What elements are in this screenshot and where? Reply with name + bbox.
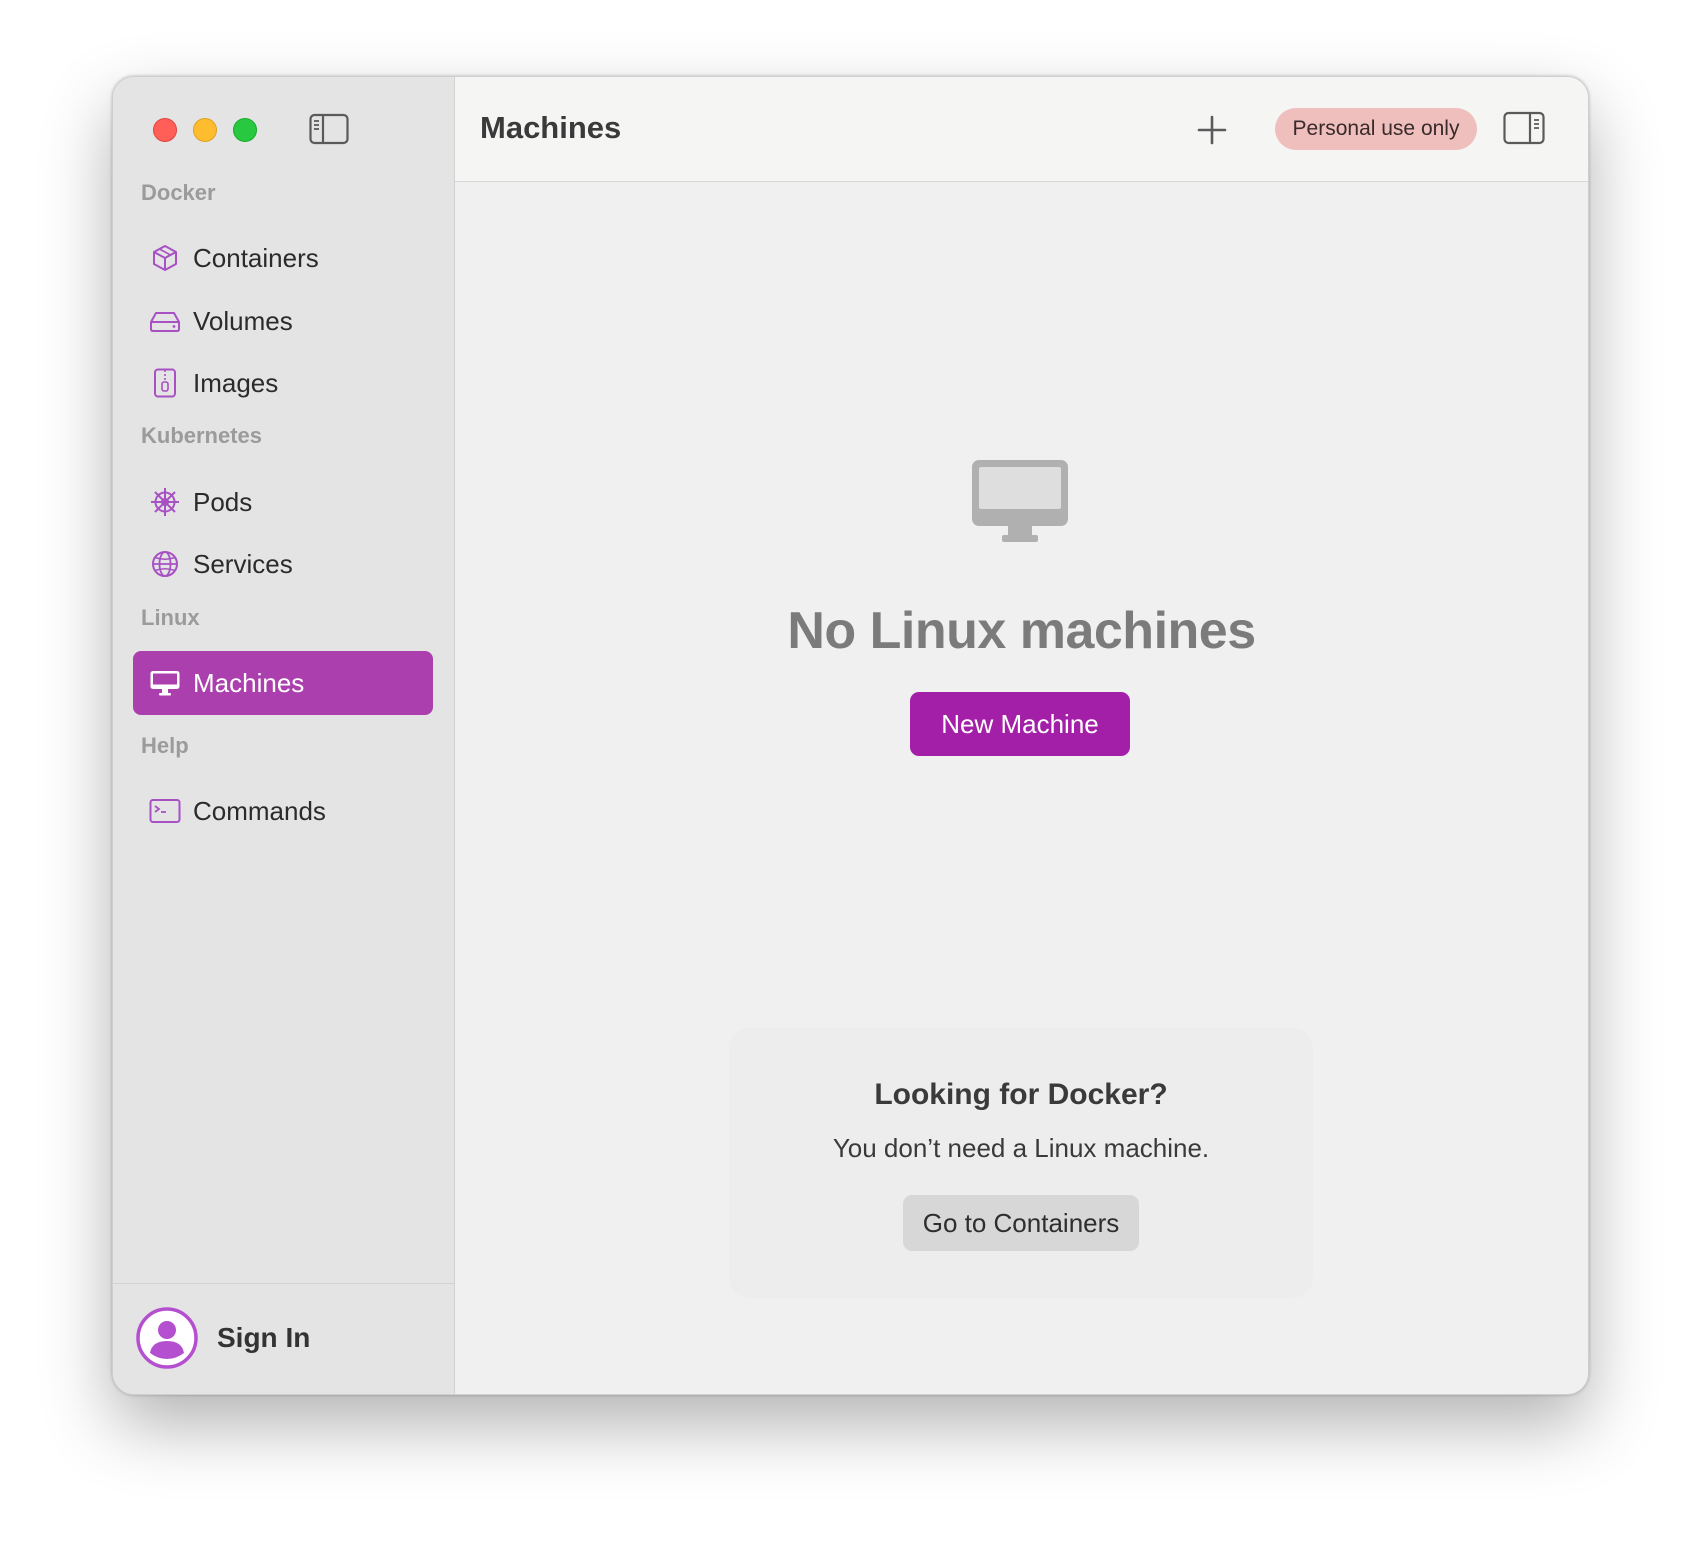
sidebar-item-label: Pods	[193, 486, 253, 517]
desktop-computer-icon	[149, 667, 181, 699]
sidebar-item-pods[interactable]: Pods	[133, 470, 433, 534]
globe-icon	[149, 548, 181, 580]
window-minimize-button[interactable]	[193, 118, 217, 142]
sidebar-item-label: Volumes	[193, 305, 293, 336]
hint-title: Looking for Docker?	[874, 1078, 1168, 1111]
sidebar-item-commands[interactable]: Commands	[133, 779, 433, 843]
hint-text: You don’t need a Linux machine.	[832, 1133, 1210, 1163]
page-title: Machines	[480, 110, 622, 145]
sign-in-button[interactable]: Sign In	[217, 1322, 310, 1354]
sidebar-footer: Sign In	[113, 1283, 454, 1394]
helm-wheel-icon	[149, 486, 181, 518]
empty-state-title: No Linux machines	[787, 602, 1256, 660]
user-avatar-icon[interactable]	[135, 1306, 199, 1370]
license-badge[interactable]: Personal use only	[1275, 108, 1477, 150]
docker-hint-card: Looking for Docker? You don’t need a Lin…	[729, 1028, 1313, 1298]
app-window: Docker Containers Volumes Images Kuberne…	[112, 76, 1589, 1395]
toolbar: Machines Personal use only	[455, 77, 1588, 182]
section-title-linux: Linux	[141, 605, 200, 630]
drive-icon	[149, 305, 181, 337]
sidebar-item-machines[interactable]: Machines	[133, 651, 433, 715]
sidebar-item-containers[interactable]: Containers	[133, 226, 433, 290]
sidebar: Docker Containers Volumes Images Kuberne…	[113, 77, 455, 1394]
sidebar-right-icon[interactable]	[1503, 111, 1545, 145]
archive-zipper-icon	[149, 367, 181, 399]
sidebar-item-label: Containers	[193, 242, 319, 273]
window-maximize-button[interactable]	[233, 118, 257, 142]
sidebar-item-services[interactable]: Services	[133, 532, 433, 596]
go-to-containers-button[interactable]: Go to Containers	[903, 1195, 1139, 1251]
plus-icon[interactable]	[1195, 113, 1229, 147]
sidebar-item-label: Services	[193, 548, 293, 579]
sidebar-item-volumes[interactable]: Volumes	[133, 289, 433, 353]
window-close-button[interactable]	[153, 118, 177, 142]
section-title-docker: Docker	[141, 180, 216, 205]
section-title-help: Help	[141, 733, 189, 758]
desktop-computer-icon	[970, 458, 1070, 544]
sidebar-item-label: Images	[193, 367, 279, 398]
terminal-icon	[149, 795, 181, 827]
main-content: Machines Personal use only No Linux mach…	[455, 77, 1588, 1394]
new-machine-button[interactable]: New Machine	[910, 692, 1130, 756]
sidebar-item-images[interactable]: Images	[133, 351, 433, 415]
cube-icon	[149, 242, 181, 274]
sidebar-item-label: Machines	[193, 667, 305, 698]
sidebar-item-label: Commands	[193, 795, 326, 826]
section-title-kubernetes: Kubernetes	[141, 423, 263, 448]
sidebar-toggle-icon[interactable]	[309, 113, 349, 145]
